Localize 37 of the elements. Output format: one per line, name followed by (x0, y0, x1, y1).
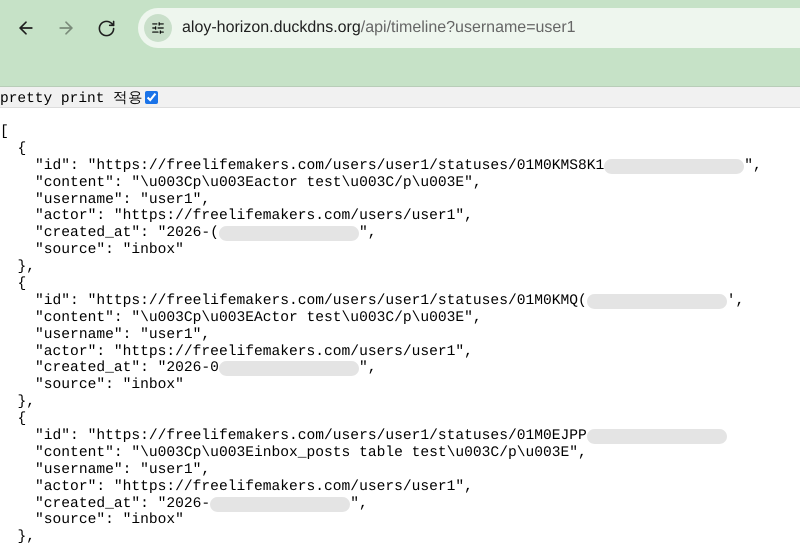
json-line: "created_at": "2026- (34, 496, 210, 512)
json-line: "actor": "https://freelifemakers.com/users/user1", (34, 478, 473, 496)
sliders-icon (151, 21, 165, 35)
json-line: "username": "user1", (34, 462, 210, 479)
json-line: { (16, 276, 26, 293)
json-line: "actor": "https://freelifemakers.com/users/user1", (34, 208, 473, 225)
reload-icon (96, 18, 116, 38)
json-line-end: ", (350, 496, 368, 512)
json-line: "content": "\u003Cp\u003Eactor test\u003C/p\u003E", (34, 174, 482, 192)
json-line: }, (16, 529, 36, 546)
json-line: "username": "user1", (34, 326, 210, 344)
pretty-print-label: pretty print 적용 (0, 90, 144, 106)
json-line-end: ", (358, 360, 376, 378)
json-line: [ (0, 124, 9, 141)
json-line: "source": "inbox" (34, 512, 184, 530)
json-line: "id": "https://freelifemakers.com/users/user1/statuses/01M0EJPP (34, 428, 587, 445)
json-line: { (16, 140, 26, 158)
json-line: "created_at": "2026-( (34, 225, 219, 242)
json-line-end: ", (358, 225, 376, 242)
url-text: aloy-horizon.duckdns.org/api/timeline?username=user1 (182, 19, 576, 37)
json-line: "id": "https://freelifemakers.com/users/user1/statuses/01M0KMS8K1 (34, 158, 604, 175)
json-line: "content": "\u003Cp\u003EActor test\u003C/p\u003E", (34, 310, 482, 327)
json-line: "source": "inbox" (34, 242, 184, 260)
json-line: "source": "inbox" (34, 377, 184, 394)
site-info-button[interactable] (144, 14, 172, 42)
json-line-end: ', (726, 292, 744, 310)
json-line-end: ", (744, 158, 762, 175)
json-line: { (16, 411, 26, 428)
json-line: }, (16, 394, 36, 411)
json-line: }, (16, 259, 36, 276)
json-line: "created_at": "2026-0 (34, 360, 219, 377)
pretty-print-checkbox[interactable] (145, 90, 158, 104)
json-line: "content": "\u003Cp\u003Einbox_posts table test\u003C/p\u003E", (34, 444, 587, 462)
json-line: "actor": "https://freelifemakers.com/users/user1", (34, 344, 473, 360)
json-line: "username": "user1", (34, 192, 210, 208)
address-bar[interactable]: aloy-horizon.duckdns.org/api/timeline?username=user1 (138, 8, 800, 48)
json-line: "id": "https://freelifemakers.com/users/user1/statuses/01M0KMQ( (34, 292, 587, 310)
